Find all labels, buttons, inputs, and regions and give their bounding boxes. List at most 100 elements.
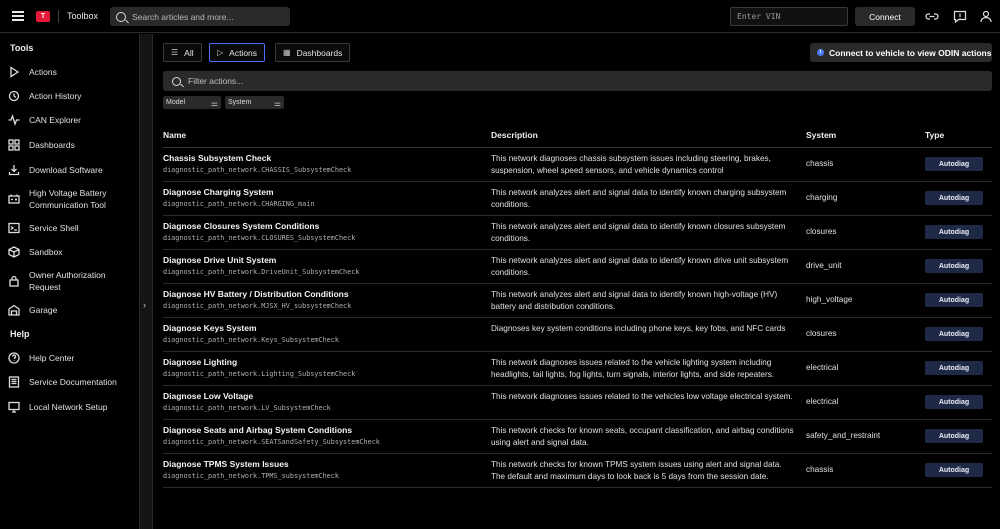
sidebar-item-label: Sandbox (29, 247, 63, 257)
top-bar: T Toolbox Connect (0, 0, 1000, 33)
chip-label: Model (166, 99, 186, 106)
action-title[interactable]: Diagnose Lighting (163, 357, 355, 368)
play-icon (8, 66, 20, 78)
table-row[interactable]: Diagnose Drive Unit System diagnostic_pa… (163, 250, 992, 284)
table-row[interactable]: Diagnose Charging System diagnostic_path… (163, 182, 992, 216)
tools-section-title: Tools (10, 43, 34, 53)
action-name-cell: Chassis Subsystem Check diagnostic_path_… (163, 153, 351, 176)
table-row[interactable]: Diagnose TPMS System Issues diagnostic_p… (163, 454, 992, 488)
type-badge[interactable]: Autodiag (925, 429, 983, 443)
table-row[interactable]: Diagnose Closures System Conditions diag… (163, 216, 992, 250)
model-filter-chip[interactable]: Model ⚌ (163, 96, 221, 109)
action-description: This network analyzes alert and signal d… (491, 188, 787, 209)
sidebar-item-sandbox[interactable]: Sandbox (0, 246, 140, 258)
tab-all[interactable]: ☰ All (163, 43, 202, 62)
action-title[interactable]: Diagnose Seats and Airbag System Conditi… (163, 425, 380, 436)
action-system: chassis (806, 465, 834, 474)
table-row[interactable]: Diagnose Seats and Airbag System Conditi… (163, 420, 992, 454)
sidebar: Tools Actions Action History CAN Explore… (0, 34, 140, 529)
sidebar-item-dashboards[interactable]: Dashboards (0, 139, 140, 151)
action-path: diagnostic_path_network.TPMS_subsystemCh… (163, 472, 339, 480)
table-row[interactable]: Diagnose HV Battery / Distribution Condi… (163, 284, 992, 318)
lock-icon (8, 275, 20, 287)
sidebar-item-local-network-setup[interactable]: Local Network Setup (0, 401, 140, 413)
sidebar-item-service-documentation[interactable]: Service Documentation (0, 376, 140, 388)
sidebar-item-label: Service Shell (29, 223, 79, 233)
sidebar-collapse-handle[interactable]: › (140, 34, 153, 529)
terminal-icon (8, 222, 20, 234)
column-header-system[interactable]: System (806, 130, 836, 140)
action-name-cell: Diagnose HV Battery / Distribution Condi… (163, 289, 351, 312)
column-header-name[interactable]: Name (163, 130, 186, 140)
table-row[interactable]: Diagnose Low Voltage diagnostic_path_net… (163, 386, 992, 420)
link-icon[interactable] (925, 10, 939, 23)
action-title[interactable]: Diagnose Charging System (163, 187, 314, 198)
history-icon (8, 90, 20, 102)
type-badge[interactable]: Autodiag (925, 259, 983, 273)
action-description: Diagnoses key system conditions includin… (491, 324, 786, 333)
action-title[interactable]: Diagnose TPMS System Issues (163, 459, 339, 470)
action-name-cell: Diagnose TPMS System Issues diagnostic_p… (163, 459, 339, 482)
play-icon: ▷ (217, 48, 224, 57)
filter-input[interactable] (188, 76, 788, 86)
sidebar-item-service-shell[interactable]: Service Shell (0, 222, 140, 234)
odin-connect-banner[interactable]: i Connect to vehicle to view ODIN action… (810, 43, 992, 62)
table-row[interactable]: Chassis Subsystem Check diagnostic_path_… (163, 148, 992, 182)
menu-icon[interactable] (12, 11, 24, 21)
table-row[interactable]: Diagnose Lighting diagnostic_path_networ… (163, 352, 992, 386)
action-description: This network diagnoses issues related to… (491, 358, 775, 379)
type-badge[interactable]: Autodiag (925, 361, 983, 375)
column-header-description[interactable]: Description (491, 130, 538, 140)
sidebar-item-garage[interactable]: Garage (0, 304, 140, 316)
question-icon (8, 352, 20, 364)
action-title[interactable]: Diagnose Closures System Conditions (163, 221, 355, 232)
tab-label: Actions (229, 47, 258, 58)
sidebar-item-owner-authorization[interactable]: Owner Authorization Request (0, 269, 140, 293)
filter-actions[interactable] (163, 71, 992, 91)
vin-input[interactable] (730, 7, 848, 26)
sidebar-item-download-software[interactable]: Download Software (0, 164, 140, 176)
sidebar-item-action-history[interactable]: Action History (0, 90, 140, 102)
action-title[interactable]: Diagnose Low Voltage (163, 391, 331, 402)
type-badge[interactable]: Autodiag (925, 327, 983, 341)
search-input[interactable] (132, 11, 282, 22)
sidebar-item-hv-battery-tool[interactable]: High Voltage Battery Communication Tool (0, 187, 140, 211)
type-badge[interactable]: Autodiag (925, 293, 983, 307)
sidebar-item-label: Help Center (29, 353, 75, 363)
action-system: drive_unit (806, 261, 842, 270)
box-icon (8, 246, 20, 258)
sidebar-item-help-center[interactable]: Help Center (0, 352, 140, 364)
action-title[interactable]: Diagnose HV Battery / Distribution Condi… (163, 289, 351, 300)
tab-actions[interactable]: ▷ Actions (209, 43, 266, 62)
action-title[interactable]: Diagnose Drive Unit System (163, 255, 359, 266)
connect-button[interactable]: Connect (855, 7, 915, 26)
sidebar-item-can-explorer[interactable]: CAN Explorer (0, 114, 140, 126)
action-system: high_voltage (806, 295, 853, 304)
type-badge[interactable]: Autodiag (925, 225, 983, 239)
system-filter-chip[interactable]: System ⚌ (225, 96, 284, 109)
action-title[interactable]: Diagnose Keys System (163, 323, 339, 334)
action-path: diagnostic_path_network.DriveUnit_Subsys… (163, 268, 360, 276)
sidebar-item-label: Local Network Setup (29, 402, 108, 412)
chat-icon[interactable] (953, 10, 967, 24)
action-description: This network diagnoses issues related to… (491, 392, 793, 401)
user-icon[interactable] (979, 10, 993, 23)
action-path: diagnostic_path_network.Keys_SubsystemCh… (163, 336, 339, 344)
column-header-type[interactable]: Type (925, 130, 944, 140)
action-title[interactable]: Chassis Subsystem Check (163, 153, 351, 164)
action-system: electrical (806, 397, 839, 406)
type-badge[interactable]: Autodiag (925, 463, 983, 477)
action-system: electrical (806, 363, 839, 372)
sidebar-item-actions[interactable]: Actions (0, 66, 140, 78)
type-badge[interactable]: Autodiag (925, 157, 983, 171)
table-row[interactable]: Diagnose Keys System diagnostic_path_net… (163, 318, 992, 352)
search-icon (172, 76, 181, 86)
global-search[interactable] (110, 7, 290, 26)
tab-dashboards[interactable]: ▦ Dashboards (275, 43, 351, 62)
sliders-icon: ⚌ (210, 99, 218, 108)
type-badge[interactable]: Autodiag (925, 191, 983, 205)
waveform-icon (8, 114, 20, 126)
type-badge[interactable]: Autodiag (925, 395, 983, 409)
action-path: diagnostic_path_network.LV_SubsystemChec… (163, 404, 331, 412)
action-path: diagnostic_path_network.Lighting_Subsyst… (163, 370, 356, 378)
